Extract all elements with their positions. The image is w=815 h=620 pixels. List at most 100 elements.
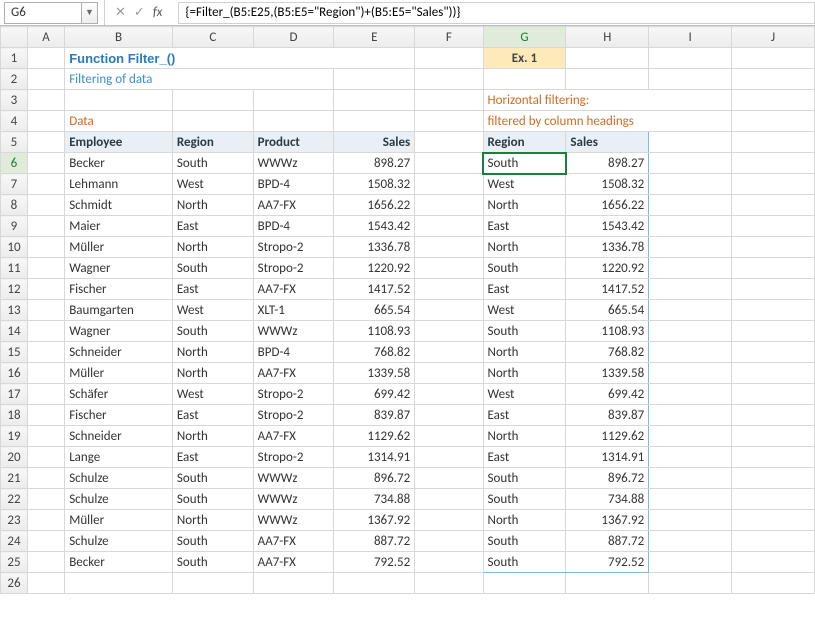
cell-H6[interactable]: 898.27 — [566, 153, 649, 174]
cell-A19[interactable] — [27, 426, 64, 447]
cell-B3[interactable] — [65, 90, 173, 111]
cell-H9[interactable]: 1543.42 — [566, 216, 649, 237]
cell-B6[interactable]: Becker — [65, 153, 173, 174]
cell-E24[interactable]: 887.72 — [334, 531, 415, 552]
cell-H18[interactable]: 839.87 — [566, 405, 649, 426]
cell-F14[interactable] — [415, 321, 483, 342]
cell-B18[interactable]: Fischer — [65, 405, 173, 426]
cell-D5[interactable]: Product — [253, 132, 334, 153]
cell-E8[interactable]: 1656.22 — [334, 195, 415, 216]
cell-E10[interactable]: 1336.78 — [334, 237, 415, 258]
col-header-I[interactable]: I — [649, 27, 732, 48]
row-header-23[interactable]: 23 — [1, 510, 28, 531]
cell-J17[interactable] — [732, 384, 815, 405]
cell-J20[interactable] — [732, 447, 815, 468]
row-header-19[interactable]: 19 — [1, 426, 28, 447]
formula-input[interactable] — [178, 2, 815, 24]
cell-J18[interactable] — [732, 405, 815, 426]
cell-G4[interactable]: filtered by column headings — [483, 111, 732, 132]
cell-B24[interactable]: Schulze — [65, 531, 173, 552]
cell-E21[interactable]: 896.72 — [334, 468, 415, 489]
cell-A26[interactable] — [27, 573, 64, 594]
cell-H20[interactable]: 1314.91 — [566, 447, 649, 468]
cell-D14[interactable]: WWWz — [253, 321, 334, 342]
cell-D22[interactable]: WWWz — [253, 489, 334, 510]
cell-G1[interactable]: Ex. 1 — [483, 48, 566, 69]
cell-F25[interactable] — [415, 552, 483, 573]
cell-A15[interactable] — [27, 342, 64, 363]
cell-I22[interactable] — [649, 489, 732, 510]
cell-C8[interactable]: North — [172, 195, 253, 216]
cell-J23[interactable] — [732, 510, 815, 531]
cell-D3[interactable] — [253, 90, 334, 111]
cell-I11[interactable] — [649, 258, 732, 279]
fx-icon[interactable]: fx — [153, 5, 169, 20]
cell-G24[interactable]: South — [483, 531, 566, 552]
cell-G18[interactable]: East — [483, 405, 566, 426]
row-header-15[interactable]: 15 — [1, 342, 28, 363]
confirm-icon[interactable]: ✓ — [134, 5, 145, 20]
cell-B19[interactable]: Schneider — [65, 426, 173, 447]
cell-C17[interactable]: West — [172, 384, 253, 405]
cell-F3[interactable] — [415, 90, 483, 111]
cell-A11[interactable] — [27, 258, 64, 279]
cell-B21[interactable]: Schulze — [65, 468, 173, 489]
cell-G7[interactable]: West — [483, 174, 566, 195]
cell-H5[interactable]: Sales — [566, 132, 649, 153]
cell-C19[interactable]: North — [172, 426, 253, 447]
cell-F11[interactable] — [415, 258, 483, 279]
cell-F21[interactable] — [415, 468, 483, 489]
cell-F1[interactable] — [415, 48, 483, 69]
cell-G13[interactable]: West — [483, 300, 566, 321]
cell-D8[interactable]: AA7-FX — [253, 195, 334, 216]
cell-I12[interactable] — [649, 279, 732, 300]
cell-I8[interactable] — [649, 195, 732, 216]
row-header-16[interactable]: 16 — [1, 363, 28, 384]
cell-A23[interactable] — [27, 510, 64, 531]
row-header-8[interactable]: 8 — [1, 195, 28, 216]
row-header-10[interactable]: 10 — [1, 237, 28, 258]
cell-H19[interactable]: 1129.62 — [566, 426, 649, 447]
cell-H25[interactable]: 792.52 — [566, 552, 649, 573]
cell-F26[interactable] — [415, 573, 483, 594]
cell-A10[interactable] — [27, 237, 64, 258]
row-header-11[interactable]: 11 — [1, 258, 28, 279]
row-header-4[interactable]: 4 — [1, 111, 28, 132]
cell-A13[interactable] — [27, 300, 64, 321]
cell-D9[interactable]: BPD-4 — [253, 216, 334, 237]
cell-F19[interactable] — [415, 426, 483, 447]
cell-D26[interactable] — [253, 573, 334, 594]
cell-F9[interactable] — [415, 216, 483, 237]
cell-I10[interactable] — [649, 237, 732, 258]
cell-E20[interactable]: 1314.91 — [334, 447, 415, 468]
cell-B16[interactable]: Müller — [65, 363, 173, 384]
cell-H23[interactable]: 1367.92 — [566, 510, 649, 531]
cell-E4[interactable] — [334, 111, 415, 132]
cell-H15[interactable]: 768.82 — [566, 342, 649, 363]
cell-D23[interactable]: WWWz — [253, 510, 334, 531]
cell-I21[interactable] — [649, 468, 732, 489]
cell-I15[interactable] — [649, 342, 732, 363]
row-header-5[interactable]: 5 — [1, 132, 28, 153]
cell-J22[interactable] — [732, 489, 815, 510]
cell-A2[interactable] — [27, 69, 64, 90]
cell-F8[interactable] — [415, 195, 483, 216]
cell-F18[interactable] — [415, 405, 483, 426]
row-header-6[interactable]: 6 — [1, 153, 28, 174]
cell-H21[interactable]: 896.72 — [566, 468, 649, 489]
cell-D7[interactable]: BPD-4 — [253, 174, 334, 195]
row-header-21[interactable]: 21 — [1, 468, 28, 489]
cell-H14[interactable]: 1108.93 — [566, 321, 649, 342]
cell-B9[interactable]: Maier — [65, 216, 173, 237]
cell-I24[interactable] — [649, 531, 732, 552]
cell-G5[interactable]: Region — [483, 132, 566, 153]
cell-E18[interactable]: 839.87 — [334, 405, 415, 426]
cell-G11[interactable]: South — [483, 258, 566, 279]
row-header-14[interactable]: 14 — [1, 321, 28, 342]
cell-J16[interactable] — [732, 363, 815, 384]
cell-H10[interactable]: 1336.78 — [566, 237, 649, 258]
cell-C20[interactable]: East — [172, 447, 253, 468]
cell-J21[interactable] — [732, 468, 815, 489]
cell-J4[interactable] — [732, 111, 815, 132]
spreadsheet-grid[interactable]: ABCDEFGHIJ1Function Filter_()Ex. 12Filte… — [0, 26, 815, 594]
